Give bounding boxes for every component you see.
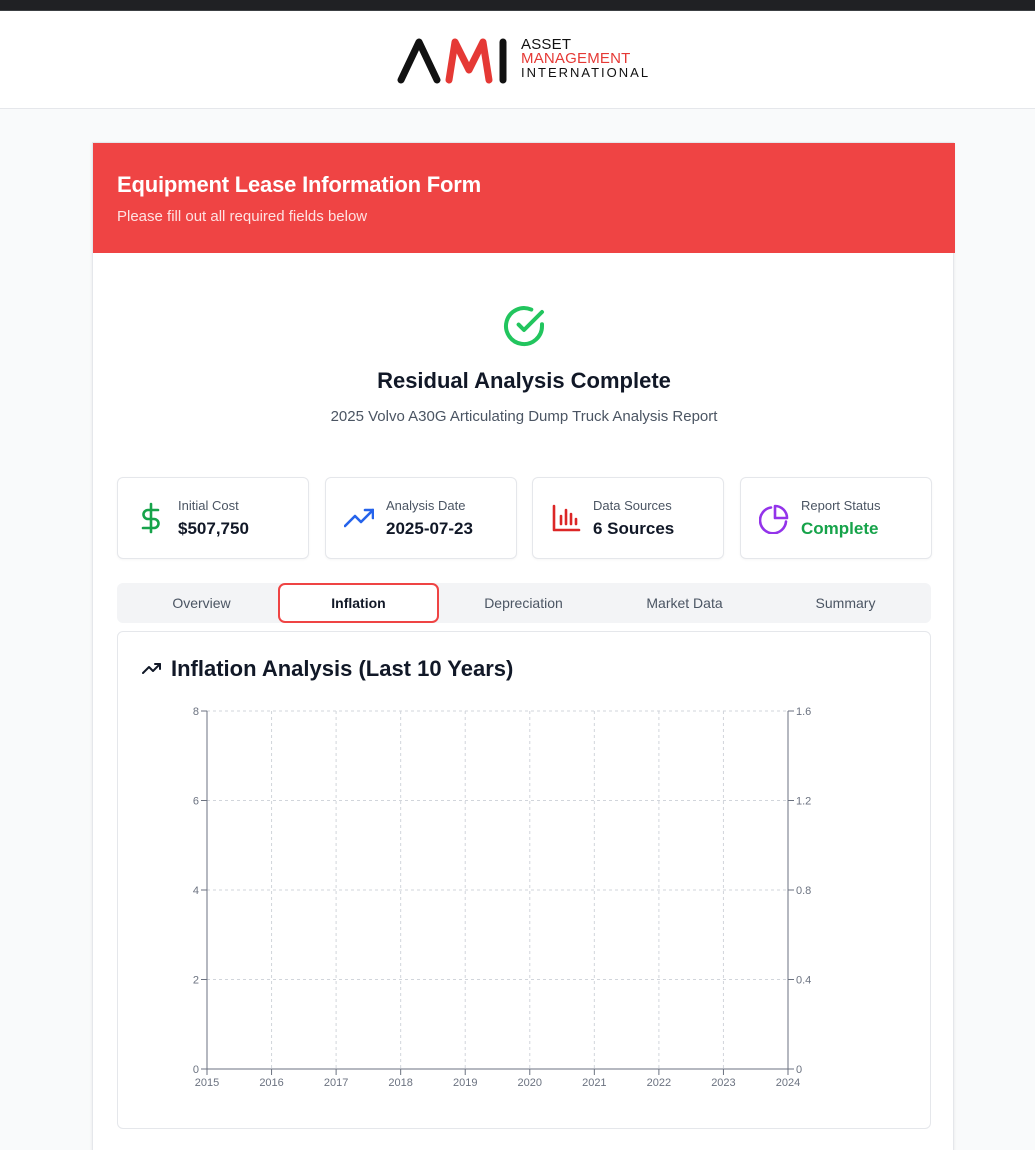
trending-up-icon [344,508,374,528]
tab-depreciation[interactable]: Depreciation [443,583,604,623]
form-subtitle: Please fill out all required fields belo… [117,208,368,225]
result-subtitle: 2025 Volvo A30G Articulating Dump Truck … [330,408,718,425]
stat-report-status: Report Status Complete [740,477,932,559]
inflation-chart-card: Inflation Analysis (Last 10 Years) 02468… [117,631,931,1129]
y-right-tick-label: 1.6 [796,706,811,718]
check-circle-icon [504,306,545,347]
bar-chart-icon [552,504,581,532]
site-header: ASSET MANAGEMENT INTERNATIONAL [0,11,1035,109]
x-tick-label: 2017 [324,1077,348,1089]
stat-value: $507,750 [178,519,249,538]
pie-chart-icon [759,504,789,534]
x-tick-label: 2015 [195,1077,219,1089]
stat-value: 6 Sources [593,519,675,538]
x-tick-label: 2020 [518,1077,542,1089]
logo-wordmark: ASSET MANAGEMENT INTERNATIONAL [521,37,651,80]
browser-top-strip [0,0,1035,11]
x-tick-label: 2021 [582,1077,606,1089]
tab-inflation[interactable]: Inflation [278,583,439,623]
stat-data-sources: Data Sources 6 Sources [532,477,724,559]
y-left-tick-label: 4 [193,885,199,897]
form-header: Equipment Lease Information Form Please … [93,143,955,253]
x-tick-label: 2016 [259,1077,283,1089]
tab-summary[interactable]: Summary [765,583,926,623]
inflation-line-chart: 0 2 4 6 8 0 0.4 0.8 1.2 1.6 2015 2016 2017 2018 2019 20… [193,706,811,1089]
analysis-tabs: Overview Inflation Depreciation Market D… [117,583,931,623]
dollar-icon [141,502,160,534]
y-left-tick-label: 6 [193,796,199,808]
stat-initial-cost: Initial Cost $507,750 [117,477,309,559]
x-tick-label: 2024 [776,1077,800,1089]
stat-label: Data Sources [593,498,672,513]
x-tick-label: 2019 [453,1077,477,1089]
y-left-tick-label: 2 [193,975,199,987]
x-tick-label: 2018 [388,1077,412,1089]
x-tick-label: 2022 [647,1077,671,1089]
ami-logo-mark-icon [397,38,507,84]
stat-value: Complete [801,519,879,538]
tab-overview[interactable]: Overview [121,583,282,623]
y-right-tick-label: 0 [796,1064,802,1076]
x-tick-label: 2023 [711,1077,735,1089]
y-right-tick-label: 1.2 [796,796,811,808]
y-left-tick-label: 0 [193,1064,199,1076]
form-title: Equipment Lease Information Form [117,172,481,197]
stat-analysis-date: Analysis Date 2025-07-23 [325,477,517,559]
y-right-tick-label: 0.8 [796,885,811,897]
stat-label: Initial Cost [178,498,239,513]
lease-form-card: Equipment Lease Information Form Please … [92,142,955,1150]
stat-label: Report Status [801,498,881,513]
company-logo[interactable]: ASSET MANAGEMENT INTERNATIONAL [397,36,657,86]
logo-line-management: MANAGEMENT [521,50,631,67]
stat-label: Analysis Date [386,498,466,513]
stat-value: 2025-07-23 [386,519,473,538]
result-title: Residual Analysis Complete [377,368,671,393]
logo-line-international: INTERNATIONAL [521,65,651,80]
y-left-tick-label: 8 [193,706,199,718]
tab-market-data[interactable]: Market Data [604,583,765,623]
y-right-tick-label: 0.4 [796,975,811,987]
